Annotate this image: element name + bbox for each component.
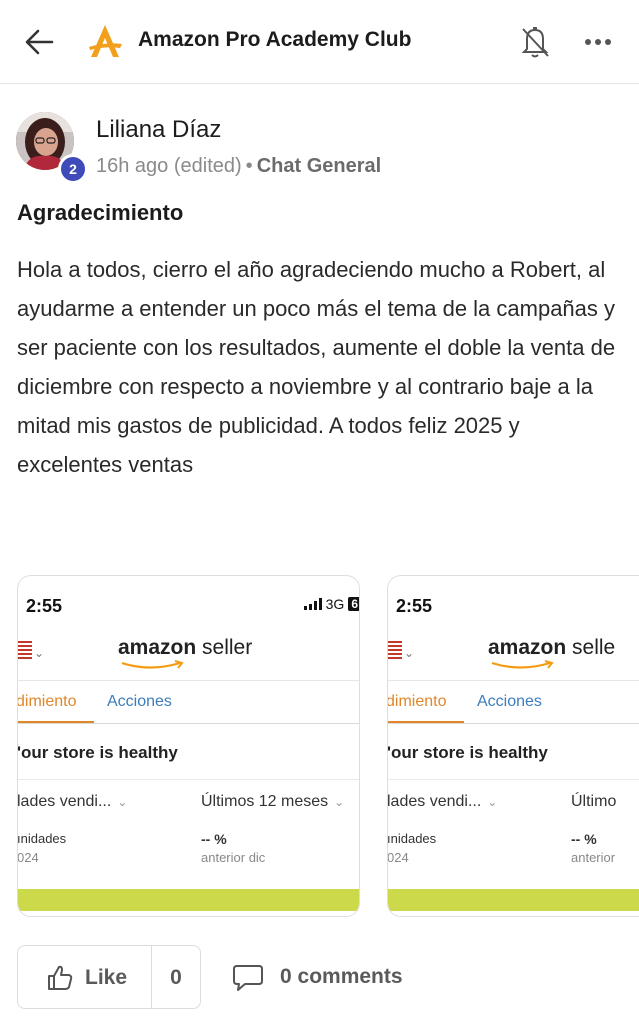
store-health-text: 'our store is healthy	[17, 743, 178, 762]
post-meta: 16h ago (edited) • Chat General	[96, 155, 381, 178]
academy-logo-icon	[89, 25, 122, 57]
post-title: Agradecimiento	[17, 200, 184, 225]
tab-acciones: Acciones	[107, 693, 172, 710]
attachment-image-1[interactable]: 2:55 3G 6 ⌄ amazon seller dimiento Accio…	[17, 575, 360, 917]
percent-value: -- %	[571, 831, 597, 847]
more-options-icon[interactable]	[580, 28, 616, 56]
divider	[388, 779, 639, 780]
chevron-down-icon: ⌄	[334, 795, 345, 809]
attachment-image-2[interactable]: 2:55 ⌄ amazon selle dimiento Acciones 'o…	[387, 575, 639, 917]
amazon-smile-icon	[121, 660, 184, 669]
chevron-down-icon: ⌄	[117, 795, 128, 809]
channel-link[interactable]: Chat General	[257, 155, 381, 177]
health-bar	[18, 889, 359, 911]
period-dropdown: Último	[571, 793, 617, 810]
network-type: 3G	[325, 596, 345, 612]
like-button[interactable]: Like	[18, 946, 151, 1008]
chevron-down-icon: ⌄	[34, 646, 45, 660]
phone-time: 2:55	[26, 596, 63, 616]
level-badge: 2	[58, 154, 88, 184]
amazon-seller-logo: amazon seller	[118, 636, 253, 659]
health-bar	[388, 889, 639, 911]
top-bar: Amazon Pro Academy Club	[0, 0, 639, 84]
like-count[interactable]: 0	[152, 966, 200, 990]
metric-dropdown: lades vendi... ⌄	[387, 793, 498, 810]
post-body: Hola a todos, cierro el año agradeciendo…	[17, 257, 616, 477]
divider	[18, 779, 359, 780]
period-dropdown: Últimos 12 meses ⌄	[201, 793, 345, 810]
flag-menu-icon	[18, 641, 32, 659]
tab-rendimiento: dimiento	[17, 693, 77, 710]
flag-menu-icon	[388, 641, 402, 659]
tab-acciones: Acciones	[477, 693, 542, 710]
author-name[interactable]: Liliana Díaz	[96, 116, 221, 144]
tab-rendimiento: dimiento	[387, 693, 447, 710]
phone-status-bar: 3G 6	[303, 596, 359, 612]
amazon-smile-icon	[491, 660, 554, 669]
divider	[18, 723, 359, 724]
image-gallery: 2:55 3G 6 ⌄ amazon seller dimiento Accio…	[17, 575, 639, 920]
network-badge: 6	[348, 597, 359, 611]
metric-dropdown: lades vendi... ⌄	[17, 793, 128, 810]
percent-value: -- %	[201, 831, 227, 847]
units-year: 024	[17, 850, 39, 865]
percent-caption: anterior dic	[201, 850, 266, 865]
units-label: ınidades	[387, 831, 437, 846]
percent-caption: anterior	[571, 850, 616, 865]
phone-time: 2:55	[396, 596, 433, 616]
divider	[388, 723, 639, 724]
units-label: ınidades	[17, 831, 67, 846]
chevron-down-icon: ⌄	[404, 646, 415, 660]
like-control: Like 0	[17, 945, 201, 1009]
signal-bars-icon	[303, 598, 322, 610]
store-health-text: 'our store is healthy	[387, 743, 548, 762]
thumbs-up-icon	[48, 965, 73, 990]
back-arrow-icon[interactable]	[22, 27, 56, 57]
community-title[interactable]: Amazon Pro Academy Club	[138, 28, 411, 52]
comments-button[interactable]: 0 comments	[230, 960, 420, 996]
meta-separator: •	[245, 155, 253, 177]
divider	[388, 680, 639, 681]
post-time: 16h ago (edited)	[96, 155, 242, 177]
units-year: 024	[387, 850, 409, 865]
like-label: Like	[85, 966, 128, 989]
amazon-seller-logo: amazon selle	[488, 636, 616, 659]
comment-bubble-icon	[233, 965, 263, 991]
chevron-down-icon: ⌄	[487, 795, 498, 809]
comments-label: 0 comments	[280, 965, 403, 988]
bell-muted-icon[interactable]	[518, 24, 552, 60]
divider	[18, 680, 359, 681]
